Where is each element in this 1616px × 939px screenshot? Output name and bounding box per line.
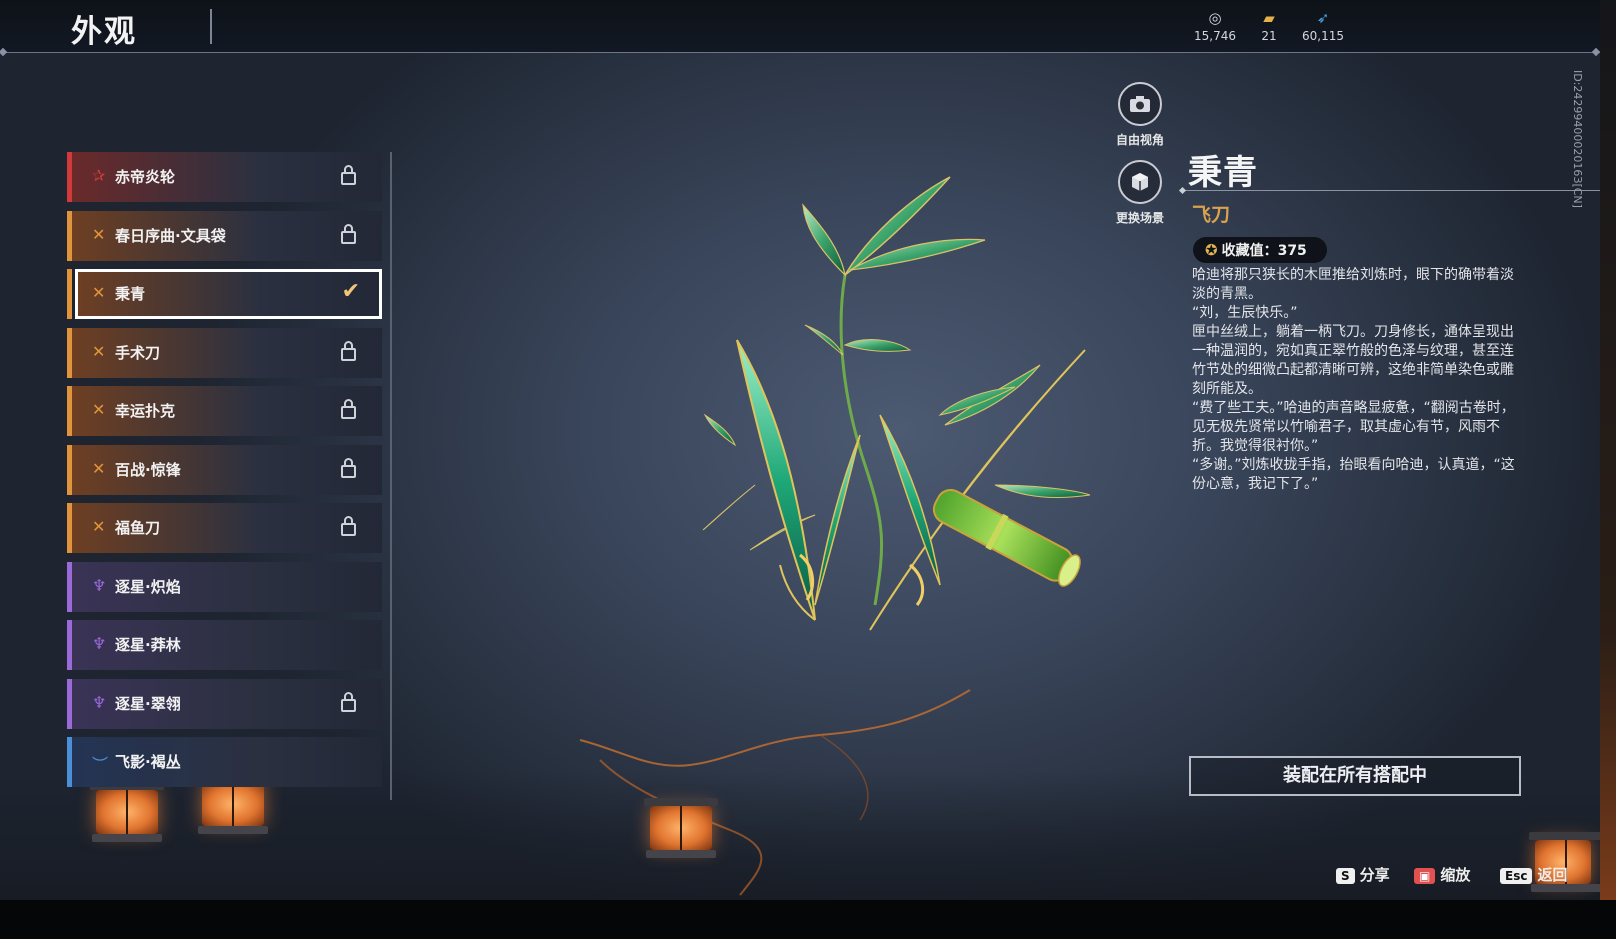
trident-rarity-icon: ♆ (92, 575, 107, 595)
currency-value: 15,746 (1194, 29, 1236, 43)
lock-icon (341, 223, 356, 244)
skin-list-item[interactable]: ♆ 逐星·炽焰 (67, 561, 382, 612)
skin-name: 手术刀 (115, 343, 161, 362)
collection-value-badge: ✪ 收藏值：375 (1193, 237, 1327, 263)
collection-value: 收藏值：375 (1221, 243, 1307, 259)
cross-rarity-icon: ✕ (92, 341, 106, 361)
feather-icon: ➶ (1316, 9, 1330, 27)
lock-icon (341, 516, 356, 536)
mouse-icon: ▣ (1414, 868, 1436, 884)
free-view-label: 自由视角 (1115, 133, 1164, 147)
rarity-bar (67, 269, 72, 319)
page-title: 外观 (71, 14, 137, 50)
trident-rarity-icon: ♆ (92, 634, 107, 653)
skin-list-item[interactable]: ✕ 秉青 ✔ (67, 269, 382, 319)
ground-cracks (579, 689, 971, 896)
lock-icon (341, 457, 356, 478)
lantern-decoration (90, 782, 164, 842)
bottom-letterbox (0, 900, 1616, 939)
skin-name: 百战·惊锋 (115, 460, 181, 479)
top-bar: 外观 ◎ 15,746 ▰ 21 ➶ 60,115 (0, 0, 1600, 53)
lantern-decoration (196, 774, 270, 834)
skin-list-item[interactable]: ︶ 飞影·褐丛 (67, 737, 382, 787)
item-type: 飞刀 (1192, 204, 1231, 226)
trident-rarity-icon: ♆ (92, 692, 107, 712)
collection-icon: ✪ (1205, 241, 1218, 259)
list-scrollbar[interactable] (390, 152, 392, 800)
story-paragraph: 匣中丝绒上，躺着一柄飞刀。刀身修长，通体呈现出一种温润的，宛如真正翠竹般的色泽与… (1192, 324, 1514, 397)
cross-rarity-icon: ✕ (92, 400, 106, 419)
wing-rarity-icon: ︶ (92, 755, 109, 774)
story-paragraph: “多谢。”刘炼收拢手指，抬眼看向哈迪，认真道，“这份心意，我记下了。” (1192, 457, 1515, 492)
title-divider (210, 9, 212, 44)
scene-background: 外观 ◎ 15,746 ▰ 21 ➶ 60,115 自由视角 更换场景 ✰ 赤帝炎… (0, 0, 1600, 900)
cross-rarity-icon: ✕ (92, 224, 106, 244)
skin-name: 春日序曲·文具袋 (115, 226, 226, 245)
key-esc: Esc (1500, 868, 1533, 884)
star-rarity-icon: ✰ (92, 166, 106, 185)
skin-list-item[interactable]: ✕ 手术刀 (67, 327, 382, 378)
weapon-preview-bamboo-knives[interactable] (695, 165, 1125, 655)
skin-list-item[interactable]: ♆ 逐星·莽林 (67, 620, 382, 670)
zoom-label: 缩放 (1440, 866, 1471, 884)
skin-name: 飞影·褐丛 (115, 753, 181, 771)
skin-list-item[interactable]: ✕ 百战·惊锋 (67, 444, 382, 495)
cross-rarity-icon: ✕ (92, 283, 106, 302)
zoom-hint[interactable]: ▣ 缩放 (1414, 864, 1470, 885)
skin-list-item[interactable]: ✰ 赤帝炎轮 (67, 152, 382, 202)
lock-icon (341, 399, 356, 419)
story-paragraph: 哈迪将那只狭长的木匣推给刘炼时，眼下的确带着淡淡的青黑。 (1192, 267, 1514, 302)
skin-name: 逐星·翠翎 (115, 694, 181, 713)
skin-name: 秉青 (115, 285, 146, 303)
currency-value: 21 (1261, 29, 1277, 43)
equip-all-button[interactable]: 装配在所有搭配中 (1189, 756, 1521, 796)
share-hint[interactable]: S 分享 (1336, 864, 1390, 885)
back-label: 返回 (1537, 866, 1568, 884)
right-edge (1600, 0, 1616, 900)
skin-list-item[interactable]: ♆ 逐星·翠翎 (67, 678, 382, 729)
skin-list-item[interactable]: ✕ 福鱼刀 (67, 503, 382, 553)
skin-list-item[interactable]: ✕ 幸运扑克 (67, 386, 382, 436)
story-paragraph: “刘，生辰快乐。” (1192, 305, 1298, 321)
cross-rarity-icon: ✕ (92, 517, 106, 536)
skin-name: 幸运扑克 (115, 402, 176, 420)
item-story: 哈迪将那只狭长的木匣推给刘炼时，眼下的确带着淡淡的青黑。 “刘，生辰快乐。” 匣… (1192, 266, 1522, 494)
name-divider (1183, 190, 1600, 191)
item-name: 秉青 (1188, 153, 1258, 193)
story-paragraph: “费了些工夫。”哈迪的声音略显疲惫，“翻阅古卷时，见无极先贤常以竹喻君子，取其虚… (1192, 400, 1515, 454)
skin-name: 赤帝炎轮 (115, 168, 176, 186)
back-hint[interactable]: Esc 返回 (1500, 864, 1567, 885)
skin-name: 福鱼刀 (115, 519, 161, 537)
currency-value: 60,115 (1302, 29, 1344, 43)
lock-icon (341, 165, 356, 185)
free-view-button[interactable]: 自由视角 (1100, 82, 1180, 148)
cross-rarity-icon: ✕ (92, 458, 106, 478)
lock-icon (341, 691, 356, 712)
checkmark-icon: ✔ (341, 279, 360, 304)
divider-ornament (1178, 186, 1187, 195)
skin-list-item[interactable]: ✕ 春日序曲·文具袋 (67, 210, 382, 261)
camera-icon (1118, 82, 1162, 126)
lantern-decoration (644, 798, 718, 858)
player-id: ID:2429940002016З[CN] (1571, 70, 1584, 208)
skin-name: 逐星·莽林 (115, 636, 181, 654)
currency-feathers: ➶ 60,115 (1288, 9, 1358, 43)
key-s: S (1336, 868, 1355, 884)
lock-icon (341, 340, 356, 361)
skin-name: 逐星·炽焰 (115, 577, 181, 596)
share-label: 分享 (1359, 866, 1390, 884)
